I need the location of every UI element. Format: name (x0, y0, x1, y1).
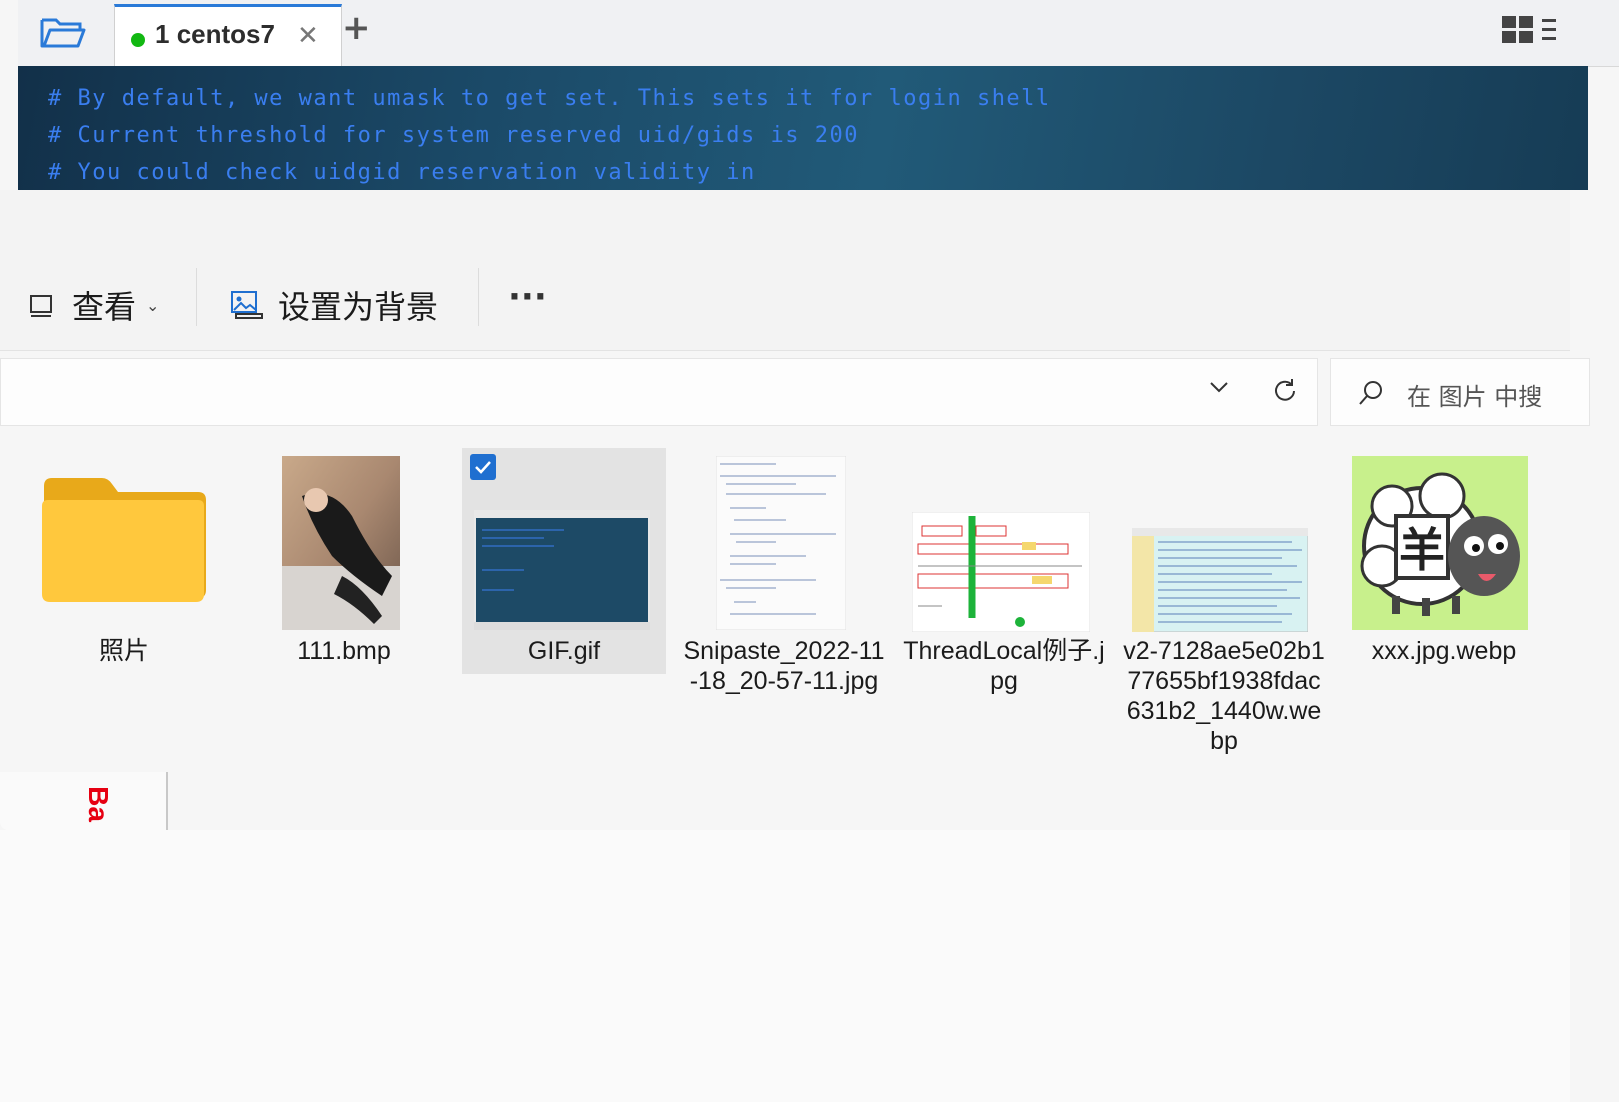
file-item-image-selected[interactable]: GIF.gif (462, 448, 666, 768)
file-item-image[interactable]: v2-7128ae5e02b177655bf1938fdac631b2_1440… (1122, 448, 1326, 768)
file-item-folder[interactable]: 照片 (22, 448, 226, 768)
tab-centos7[interactable]: 1 centos7 ✕ (114, 4, 342, 66)
terminal-line: # By default, we want umask to get set. … (48, 86, 1051, 111)
photo-thumbnail (282, 456, 400, 630)
tab-title: 1 centos7 (155, 19, 275, 49)
sheep-icon: 羊 (1352, 456, 1528, 630)
file-name: Snipaste_2022-11-18_20-57-11.jpg (683, 637, 885, 695)
file-name: xxx.jpg.webp (1371, 637, 1517, 665)
folder-icon (42, 478, 206, 602)
file-item-image[interactable]: 羊 xxx.jpg.webp (1342, 448, 1546, 768)
open-folder-icon[interactable] (38, 12, 88, 52)
diagram-thumbnail (912, 512, 1090, 632)
file-name: ThreadLocal例子.jpg (903, 637, 1105, 695)
gif-thumbnail (474, 510, 650, 630)
file-item-image[interactable]: ThreadLocal例子.jpg (902, 448, 1106, 768)
layout-grid-icon[interactable] (1502, 16, 1534, 44)
view-label: 查看 (72, 288, 137, 326)
empty-area (0, 830, 1570, 1102)
view-icon (30, 295, 52, 317)
terminal-tabbar: 1 centos7 ✕ + (18, 0, 1619, 67)
file-name: v2-7128ae5e02b177655bf1938fdac631b2_1440… (1123, 637, 1325, 755)
file-name: 111.bmp (297, 637, 391, 665)
taskbar-fragment: Ba (0, 772, 168, 830)
terminal-line: # Current threshold for system reserved … (48, 123, 859, 148)
divider (196, 268, 197, 326)
view-button[interactable]: 查看 ⌄ (28, 280, 159, 330)
more-options-button[interactable]: ··· (508, 272, 547, 322)
code-screenshot-thumbnail (716, 456, 846, 630)
file-name: GIF.gif (527, 637, 601, 665)
sheep-character: 羊 (1399, 523, 1445, 577)
more-icon: ··· (508, 277, 547, 317)
search-placeholder: 在 图片 中搜 (1407, 383, 1543, 411)
set-background-button[interactable]: 设置为背景 (230, 280, 438, 330)
image-background-icon (231, 291, 263, 319)
add-tab-button[interactable]: + (342, 8, 371, 48)
file-name: 照片 (98, 637, 149, 665)
close-tab-icon[interactable]: ✕ (297, 21, 319, 51)
explorer-command-bar: 查看 ⌄ 设置为背景 ··· (0, 190, 1570, 351)
search-box[interactable]: 在 图片 中搜 (1330, 358, 1590, 426)
file-item-image[interactable]: Snipaste_2022-11-18_20-57-11.jpg (682, 448, 886, 768)
address-bar[interactable] (0, 358, 1318, 426)
file-item-image[interactable]: 111.bmp (242, 448, 446, 768)
divider (478, 268, 479, 326)
refresh-icon[interactable] (1271, 377, 1299, 409)
menu-icon[interactable] (1542, 16, 1556, 44)
chevron-down-icon[interactable] (1207, 373, 1231, 406)
checkbox-checked[interactable] (470, 454, 496, 480)
terminal-line: # You could check uidgid reservation val… (48, 160, 756, 185)
search-icon (1357, 379, 1385, 411)
connection-status-icon (131, 33, 145, 47)
table-thumbnail (1132, 528, 1308, 632)
chevron-down-icon: ⌄ (146, 295, 160, 315)
set-background-label: 设置为背景 (278, 288, 439, 326)
terminal-output[interactable]: # By default, we want umask to get set. … (18, 66, 1588, 190)
baidu-logo[interactable]: Ba (82, 786, 114, 822)
